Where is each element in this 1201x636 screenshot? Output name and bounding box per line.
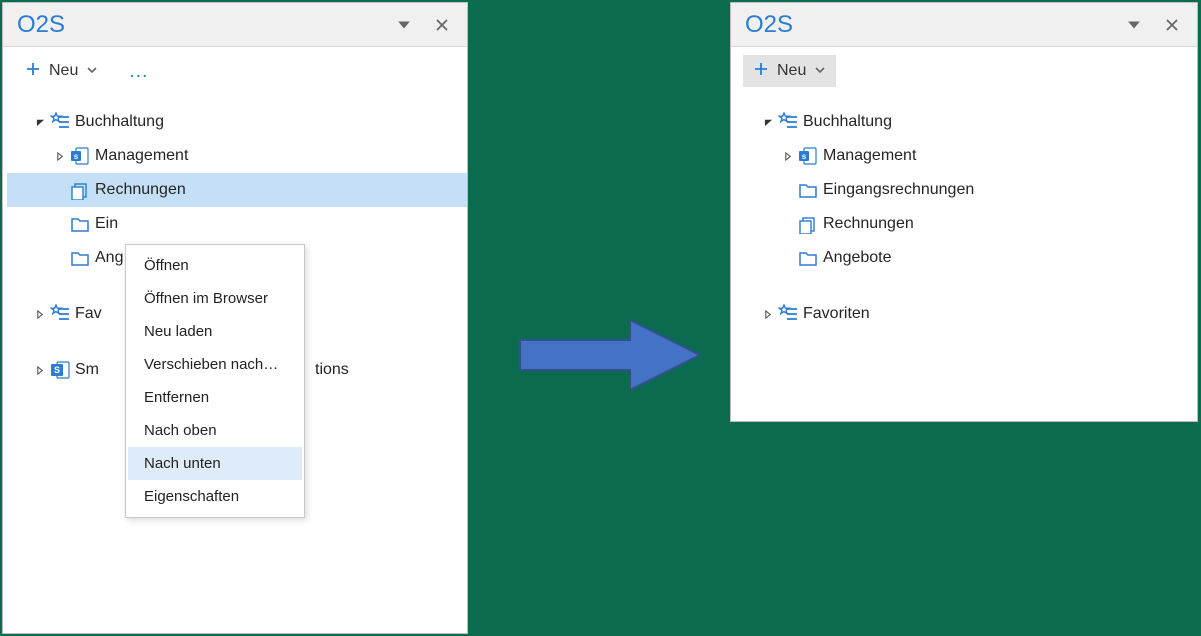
- tree-node-buchhaltung[interactable]: Buchhaltung: [735, 105, 1197, 139]
- left-pane: O2S Neu … Buchhaltung Management: [2, 2, 468, 634]
- folder-icon: [67, 214, 93, 234]
- tree-node-label: Management: [93, 147, 188, 165]
- tree-node-label: Sm: [73, 361, 99, 379]
- tree-node-ein[interactable]: Ein: [7, 207, 467, 241]
- new-button[interactable]: Neu: [743, 55, 836, 87]
- ctx-reload[interactable]: Neu laden: [128, 315, 302, 348]
- sharepoint-logo-icon: [47, 360, 73, 380]
- toolbar: Neu: [731, 47, 1197, 95]
- app-title: O2S: [17, 11, 385, 39]
- tree-node-favoriten[interactable]: Favoriten: [735, 297, 1197, 331]
- close-button[interactable]: [423, 3, 461, 47]
- tree-node-management[interactable]: Management: [7, 139, 467, 173]
- tree-node-rechnungen[interactable]: Rechnungen: [735, 207, 1197, 241]
- tree-node-rechnungen[interactable]: Rechnungen: [7, 173, 467, 207]
- plus-icon: [25, 61, 41, 81]
- tree-node-label: Management: [821, 147, 916, 165]
- library-icon: [795, 214, 821, 234]
- new-button-label: Neu: [49, 62, 78, 80]
- chevron-down-icon: [814, 63, 826, 80]
- new-button-label: Neu: [777, 62, 806, 80]
- tree-right: Buchhaltung Management Eingangsrechnunge…: [731, 95, 1197, 341]
- tree-node-label: Buchhaltung: [801, 113, 892, 131]
- favorites-icon: [47, 112, 73, 132]
- tree-node-angebote[interactable]: Angebote: [735, 241, 1197, 275]
- library-icon: [67, 180, 93, 200]
- folder-icon: [67, 248, 93, 268]
- twisty-closed-icon[interactable]: [781, 152, 795, 161]
- tree-node-label: Buchhaltung: [73, 113, 164, 131]
- titlebar: O2S: [731, 3, 1197, 47]
- app-title: O2S: [745, 11, 1115, 39]
- more-button[interactable]: …: [122, 54, 156, 89]
- tree-node-label: Fav: [73, 305, 102, 323]
- ctx-remove[interactable]: Entfernen: [128, 381, 302, 414]
- favorites-icon: [775, 112, 801, 132]
- twisty-closed-icon[interactable]: [33, 366, 47, 375]
- ctx-open[interactable]: Öffnen: [128, 249, 302, 282]
- chevron-down-icon: [86, 63, 98, 80]
- folder-icon: [795, 248, 821, 268]
- ctx-move-down[interactable]: Nach unten: [128, 447, 302, 480]
- twisty-closed-icon[interactable]: [33, 310, 47, 319]
- tree-node-management[interactable]: Management: [735, 139, 1197, 173]
- plus-icon: [753, 61, 769, 81]
- dropdown-button[interactable]: [1115, 3, 1153, 47]
- titlebar: O2S: [3, 3, 467, 47]
- ctx-move-to[interactable]: Verschieben nach…: [128, 348, 302, 381]
- toolbar: Neu …: [3, 47, 467, 95]
- new-button[interactable]: Neu: [15, 55, 108, 87]
- ctx-open-browser[interactable]: Öffnen im Browser: [128, 282, 302, 315]
- sharepoint-icon: [67, 146, 93, 166]
- tree-node-label: Eingangsrechnungen: [821, 181, 974, 199]
- tree-node-label: Rechnungen: [821, 215, 914, 233]
- twisty-closed-icon[interactable]: [761, 310, 775, 319]
- tree-node-label: Ang: [93, 249, 123, 267]
- tree-node-label: Favoriten: [801, 305, 870, 323]
- tree-node-buchhaltung[interactable]: Buchhaltung: [7, 105, 467, 139]
- favorites-icon: [47, 304, 73, 324]
- tree-node-label: Rechnungen: [93, 181, 186, 199]
- tree-node-label: Ein: [93, 215, 118, 233]
- twisty-open-icon[interactable]: [761, 118, 775, 127]
- tree-node-label: Angebote: [821, 249, 892, 267]
- ctx-properties[interactable]: Eigenschaften: [128, 480, 302, 513]
- tree-node-eingangsrechnungen[interactable]: Eingangsrechnungen: [735, 173, 1197, 207]
- favorites-icon: [775, 304, 801, 324]
- ctx-move-up[interactable]: Nach oben: [128, 414, 302, 447]
- arrow-right-icon: [510, 310, 710, 400]
- folder-icon: [795, 180, 821, 200]
- twisty-closed-icon[interactable]: [53, 152, 67, 161]
- tree-node-label-suffix: tions: [313, 361, 349, 379]
- sharepoint-icon: [795, 146, 821, 166]
- dropdown-button[interactable]: [385, 3, 423, 47]
- context-menu: Öffnen Öffnen im Browser Neu laden Versc…: [125, 244, 305, 518]
- right-pane: O2S Neu Buchhaltung Management Eingan: [730, 2, 1198, 422]
- twisty-open-icon[interactable]: [33, 118, 47, 127]
- close-button[interactable]: [1153, 3, 1191, 47]
